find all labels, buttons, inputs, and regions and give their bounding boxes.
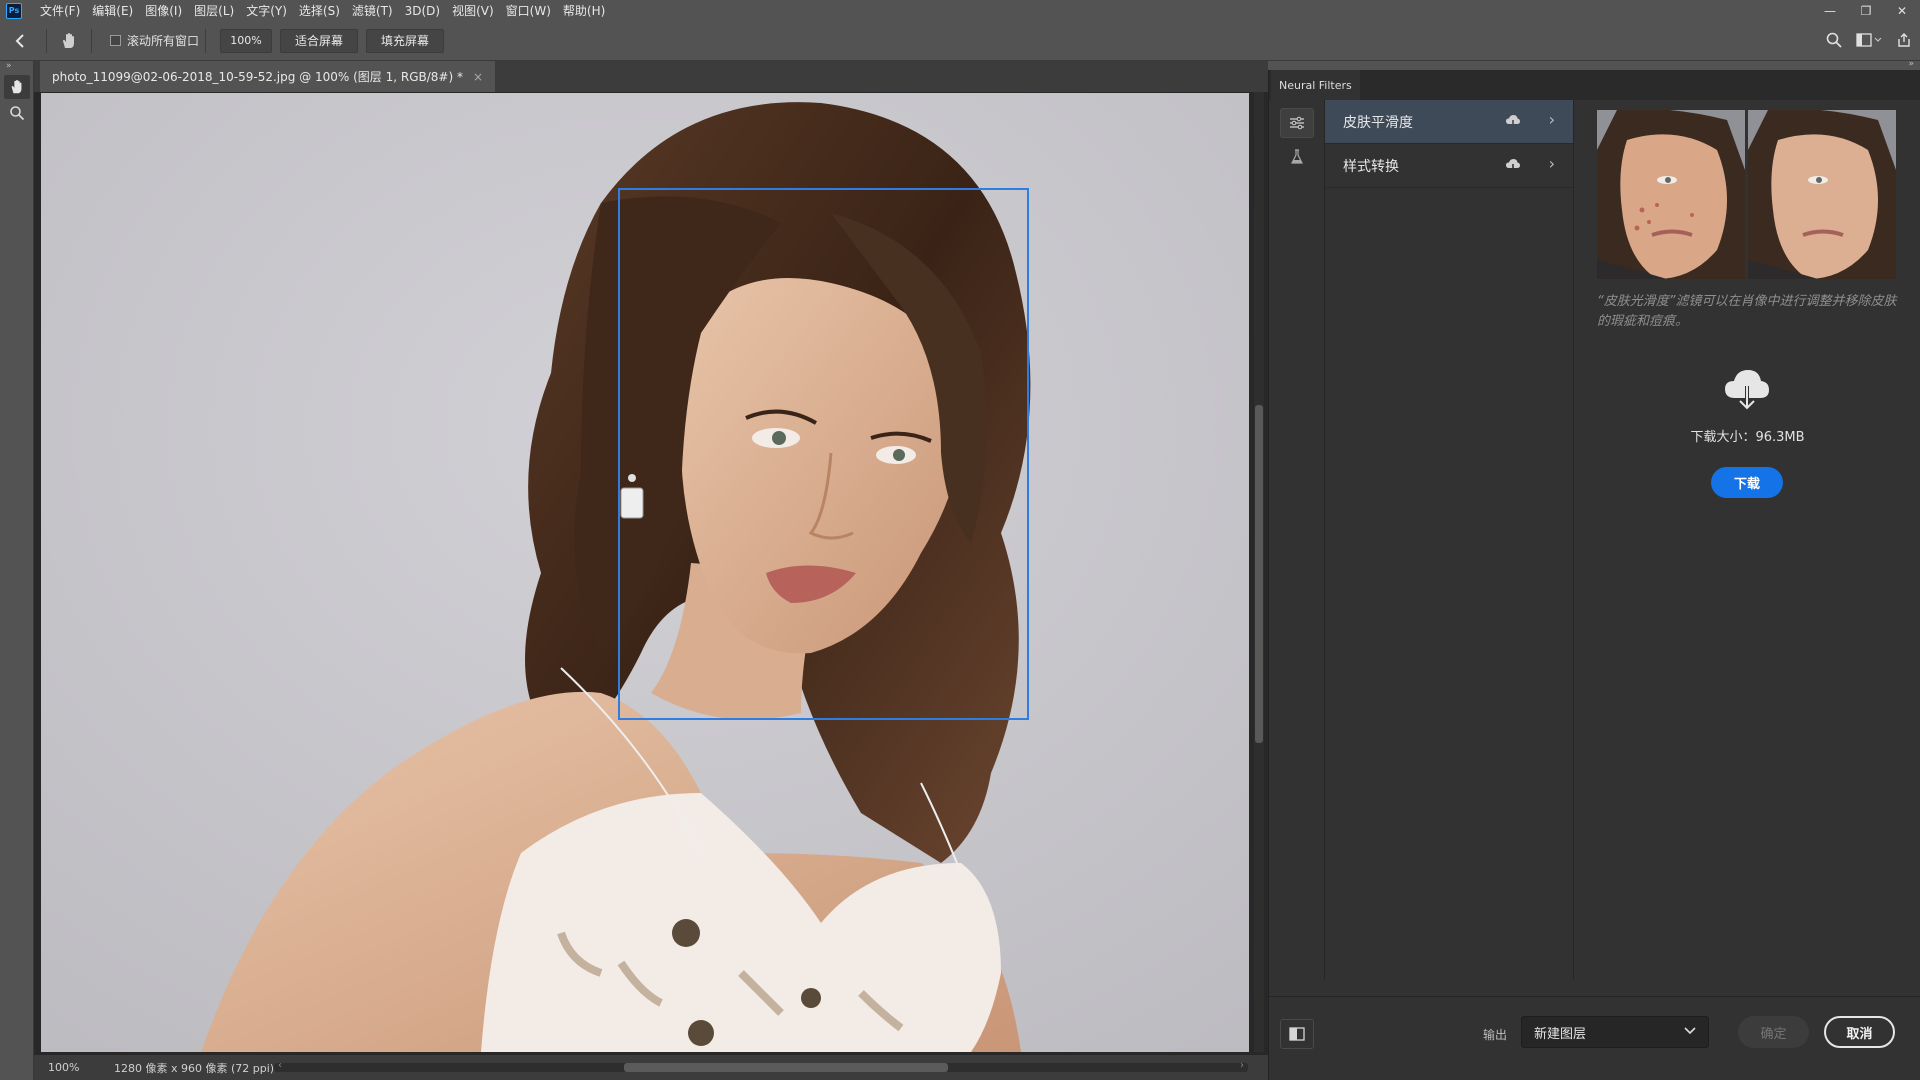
zoom-tool-icon[interactable] — [4, 101, 30, 125]
vertical-scroll-thumb[interactable] — [1255, 405, 1263, 743]
document-info: 1280 像素 x 960 像素 (72 ppi) — [114, 1061, 275, 1075]
filter-style-transfer[interactable]: 样式转换 › — [1325, 144, 1573, 188]
options-bar: 滚动所有窗口 100% 适合屏幕 填充屏幕 — [0, 21, 1920, 61]
search-icon[interactable] — [1826, 32, 1842, 51]
ok-button[interactable]: 确定 — [1738, 1016, 1809, 1048]
document-title: photo_11099@02-06-2018_10-59-52.jpg @ 10… — [52, 70, 463, 84]
status-zoom[interactable]: 100% — [34, 1061, 84, 1074]
menu-view[interactable]: 视图(V) — [446, 2, 500, 19]
filter-list: 皮肤平滑度 › 样式转换 › — [1325, 100, 1574, 980]
collapse-panel-icon[interactable]: » — [1908, 59, 1914, 69]
neural-filters-panel: Neural Filters 皮肤平滑度 › 样式转换 › “皮肤光滑度”滤镜可… — [1268, 70, 1920, 1080]
download-size: 下载大小：96.3MB — [1690, 430, 1805, 445]
divider — [205, 28, 207, 53]
tab-neural-filters[interactable]: Neural Filters — [1271, 70, 1360, 100]
divider — [91, 28, 92, 53]
scroll-all-windows-label: 滚动所有窗口 — [127, 34, 200, 48]
menu-type[interactable]: 文字(Y) — [240, 2, 293, 19]
cloud-download-icon — [1505, 114, 1521, 132]
chevron-right-icon[interactable]: › — [1549, 154, 1555, 173]
filter-category-column — [1269, 100, 1325, 980]
canvas-area[interactable] — [34, 92, 1268, 1055]
back-arrow-icon[interactable] — [0, 21, 40, 61]
zoom-value-field[interactable]: 100% — [220, 28, 273, 53]
scroll-left-icon[interactable]: ‹ — [278, 1060, 282, 1071]
menu-bar: Ps 文件(F) 编辑(E) 图像(I) 图层(L) 文字(Y) 选择(S) 滤… — [0, 0, 1920, 21]
document-tab[interactable]: photo_11099@02-06-2018_10-59-52.jpg @ 10… — [40, 61, 496, 92]
menu-file[interactable]: 文件(F) — [34, 2, 86, 19]
close-window-button[interactable]: ✕ — [1884, 0, 1920, 21]
menu-select[interactable]: 选择(S) — [293, 2, 346, 19]
chevron-right-icon[interactable]: › — [1549, 110, 1555, 129]
menu-layer[interactable]: 图层(L) — [188, 2, 240, 19]
cloud-download-icon — [1505, 158, 1521, 176]
filter-label: 皮肤平滑度 — [1343, 114, 1413, 131]
filter-description: “皮肤光滑度”滤镜可以在肖像中进行调整并移除皮肤的瑕疵和痘痕。 — [1597, 294, 1897, 329]
after-preview-image — [1748, 110, 1896, 279]
cancel-button[interactable]: 取消 — [1824, 1016, 1895, 1048]
minimize-button[interactable]: — — [1812, 0, 1848, 21]
before-preview-image — [1597, 110, 1745, 279]
filter-label: 样式转换 — [1343, 158, 1399, 175]
filter-skin-smoothing[interactable]: 皮肤平滑度 › — [1325, 100, 1573, 144]
hand-tool-icon[interactable] — [4, 75, 30, 99]
restore-button[interactable]: ❐ — [1848, 0, 1884, 21]
menu-help[interactable]: 帮助(H) — [557, 2, 611, 19]
panel-footer: 输出 新建图层 确定 取消 — [1269, 996, 1920, 1080]
output-label: 输出 — [1483, 1028, 1508, 1042]
chevron-down-icon — [1684, 1024, 1696, 1038]
all-filters-icon[interactable] — [1280, 108, 1314, 138]
panel-tab-bar: Neural Filters — [1269, 70, 1920, 100]
output-select[interactable]: 新建图层 — [1521, 1016, 1709, 1048]
hand-tool-icon[interactable] — [53, 21, 85, 61]
checkbox-box[interactable] — [110, 35, 121, 46]
preview-toggle-icon[interactable] — [1280, 1019, 1314, 1049]
status-bar: 100% 1280 像素 x 960 像素 (72 ppi) › ‹ › — [34, 1055, 1268, 1080]
beta-filters-flask-icon[interactable] — [1280, 142, 1314, 172]
scroll-all-windows-checkbox[interactable]: 滚动所有窗口 — [110, 32, 199, 49]
menu-window[interactable]: 窗口(W) — [500, 2, 557, 19]
face-detection-box — [618, 188, 1029, 720]
options-right-icons — [1826, 21, 1912, 61]
download-button[interactable]: 下载 — [1711, 467, 1783, 498]
workspace-icon[interactable] — [1856, 32, 1882, 50]
scroll-right-icon[interactable]: › — [1240, 1060, 1244, 1071]
vertical-scrollbar[interactable] — [1254, 92, 1264, 1052]
fill-screen-button[interactable]: 填充屏幕 — [366, 28, 445, 53]
horizontal-scrollbar[interactable]: ‹ › — [274, 1060, 1248, 1072]
share-icon[interactable] — [1896, 32, 1912, 51]
fit-screen-button[interactable]: 适合屏幕 — [280, 28, 359, 53]
window-controls: — ❐ ✕ — [1812, 0, 1920, 21]
horizontal-scroll-thumb[interactable] — [624, 1063, 948, 1072]
portrait-photo — [41, 93, 1249, 1052]
divider — [46, 28, 47, 53]
filter-detail: “皮肤光滑度”滤镜可以在肖像中进行调整并移除皮肤的瑕疵和痘痕。 下载大小：96.… — [1574, 100, 1920, 980]
photoshop-logo-icon: Ps — [6, 2, 22, 19]
output-select-value: 新建图层 — [1534, 1026, 1587, 1042]
document-tab-bar: photo_11099@02-06-2018_10-59-52.jpg @ 10… — [34, 61, 1268, 92]
menu-3d[interactable]: 3D(D) — [399, 4, 446, 18]
menu-filter[interactable]: 滤镜(T) — [346, 2, 399, 19]
menu-edit[interactable]: 编辑(E) — [86, 2, 139, 19]
expand-toolbar-icon[interactable]: » — [0, 61, 33, 73]
tools-panel: » — [0, 61, 34, 1080]
close-tab-icon[interactable]: × — [473, 70, 483, 84]
menu-image[interactable]: 图像(I) — [139, 2, 188, 19]
cloud-download-icon — [1722, 368, 1772, 412]
